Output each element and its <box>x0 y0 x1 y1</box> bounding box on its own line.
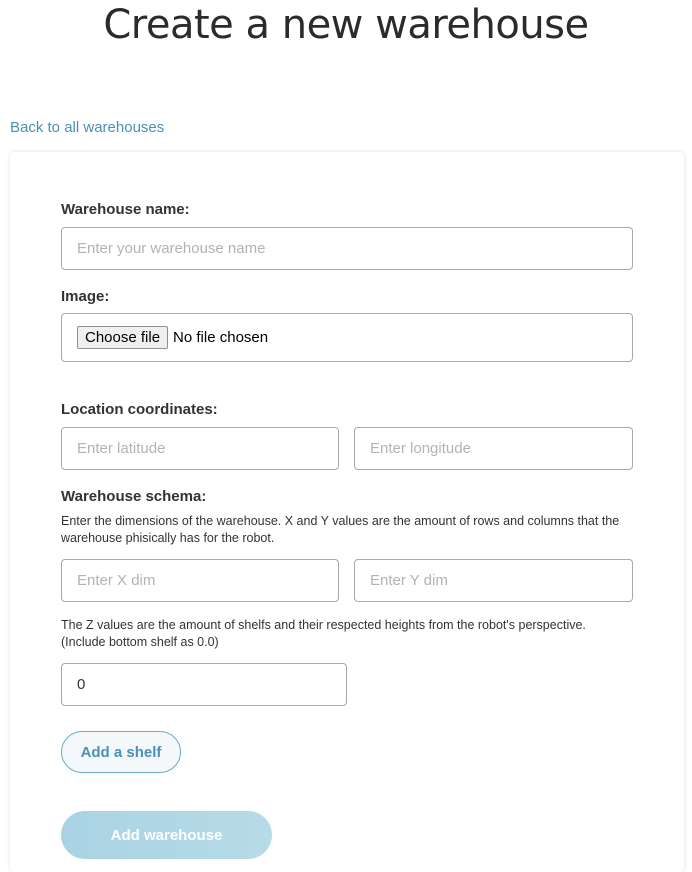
schema-help-text: Enter the dimensions of the warehouse. X… <box>61 514 620 545</box>
warehouse-name-label: Warehouse name: <box>61 201 190 218</box>
location-label: Location coordinates: <box>61 401 218 418</box>
file-status-text: No file chosen <box>173 329 269 346</box>
x-dim-input[interactable] <box>61 559 339 602</box>
schema-label: Warehouse schema: <box>61 488 207 505</box>
z-help-text: The Z values are the amount of shelfs an… <box>61 618 586 649</box>
add-warehouse-button[interactable]: Add warehouse <box>61 811 272 859</box>
add-shelf-button[interactable]: Add a shelf <box>61 731 181 773</box>
latitude-input[interactable] <box>61 427 339 470</box>
choose-file-button[interactable]: Choose file <box>77 326 169 349</box>
page-title: Create a new warehouse <box>103 2 589 48</box>
longitude-input[interactable] <box>354 427 633 470</box>
back-to-warehouses-link[interactable]: Back to all warehouses <box>10 119 164 136</box>
y-dim-input[interactable] <box>354 559 633 602</box>
warehouse-name-input[interactable] <box>61 227 633 270</box>
image-file-input[interactable]: Choose file No file chosen <box>61 313 633 362</box>
z-shelf-input[interactable] <box>61 663 347 706</box>
image-label: Image: <box>61 288 110 305</box>
